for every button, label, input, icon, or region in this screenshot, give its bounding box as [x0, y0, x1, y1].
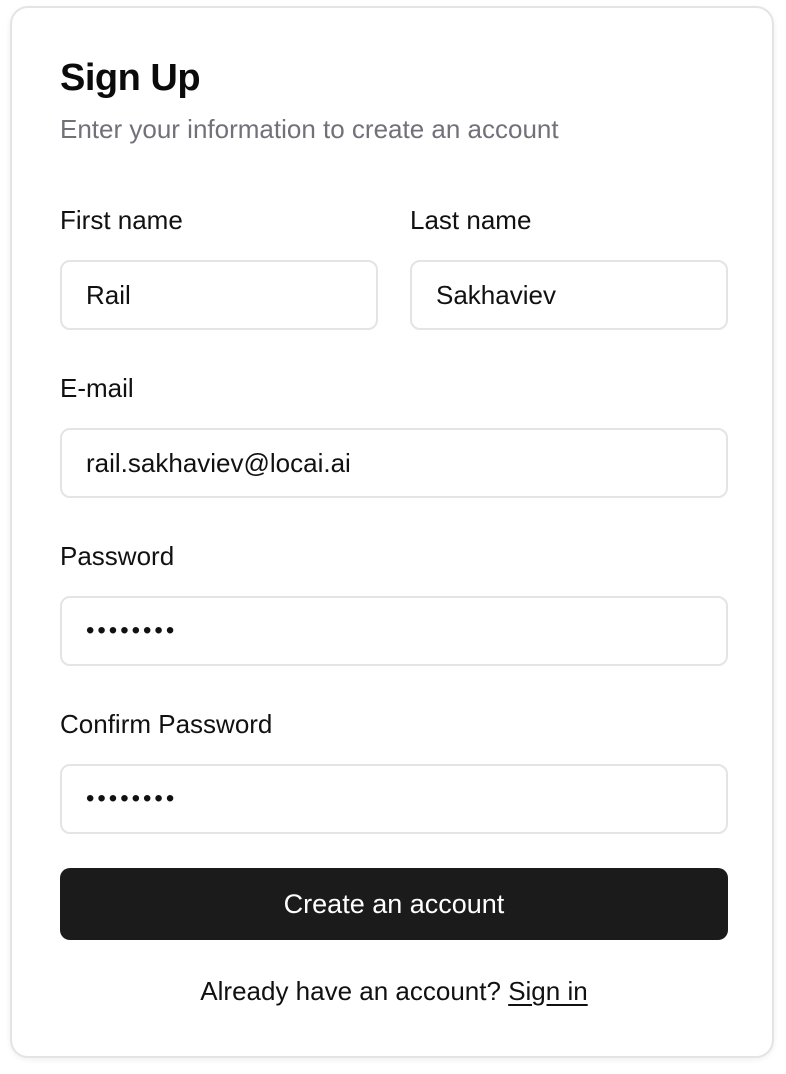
page-subtitle: Enter your information to create an acco…	[60, 114, 559, 144]
last-name-label: Last name	[410, 205, 532, 235]
sign-in-prompt: Already have an account? Sign in	[12, 974, 776, 1008]
email-field[interactable]	[60, 428, 728, 498]
footer-text: Already have an account?	[200, 976, 501, 1006]
sign-in-link[interactable]: Sign in	[508, 976, 588, 1006]
password-label: Password	[60, 541, 175, 571]
password-field[interactable]	[60, 596, 728, 666]
create-account-button[interactable]: Create an account	[60, 868, 728, 940]
first-name-label: First name	[60, 205, 183, 235]
last-name-field[interactable]	[410, 260, 728, 330]
confirm-password-label: Confirm Password	[60, 709, 273, 739]
page-title: Sign Up	[60, 57, 201, 99]
email-label: E-mail	[60, 373, 134, 403]
first-name-field[interactable]	[60, 260, 378, 330]
signup-card: Sign Up Enter your information to create…	[10, 6, 774, 1058]
confirm-password-field[interactable]	[60, 764, 728, 834]
